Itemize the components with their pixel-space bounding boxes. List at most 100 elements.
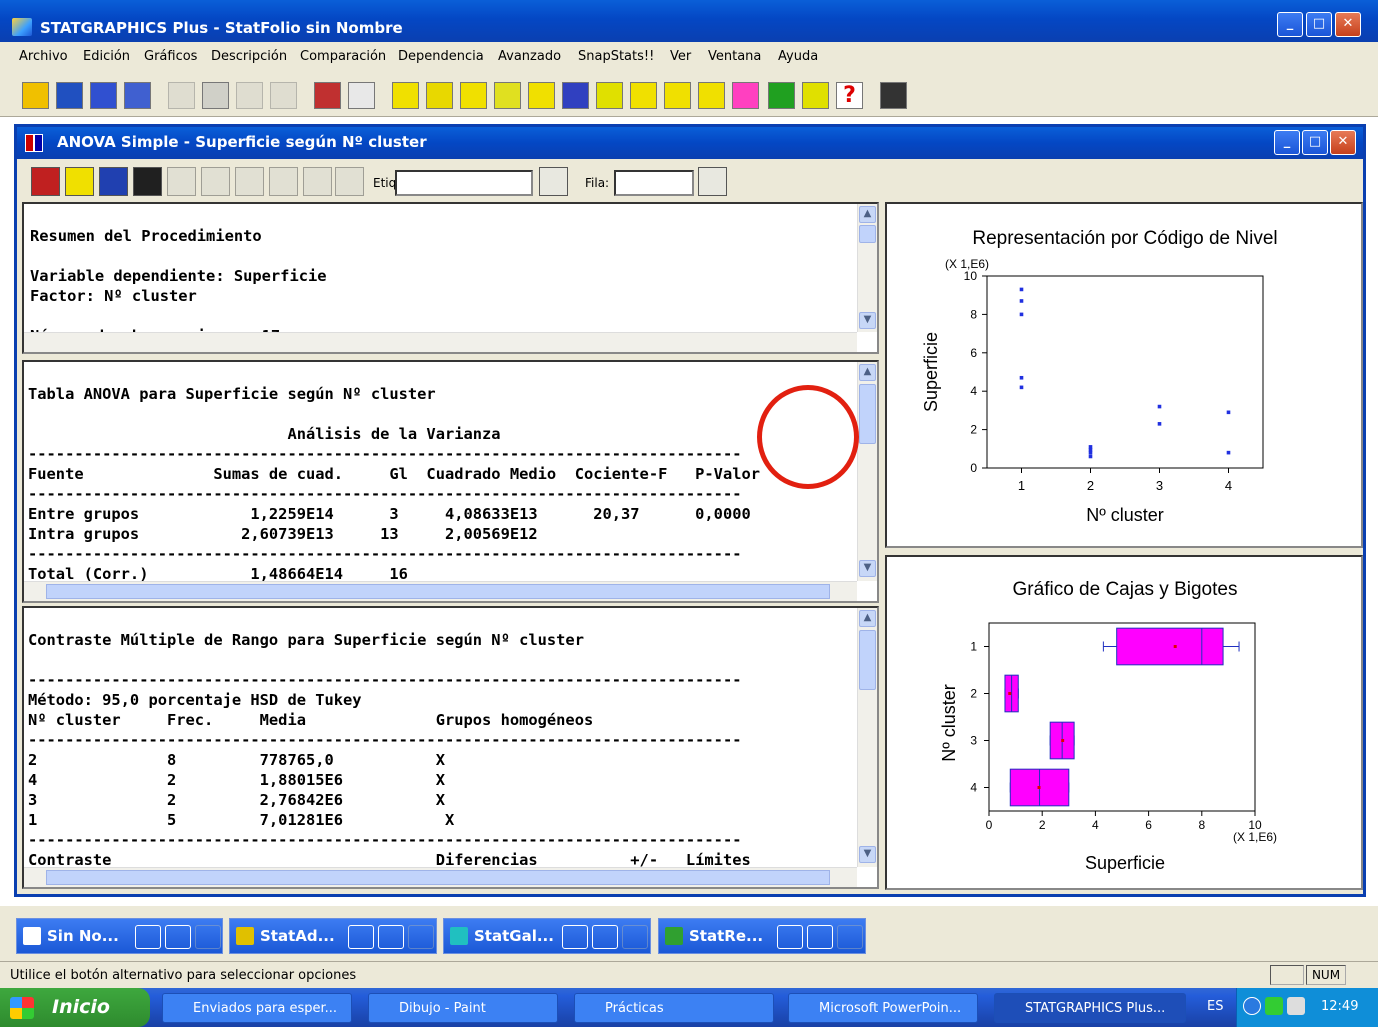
boxplot-chart-pane[interactable]: Gráfico de Cajas y Bigotes 0 2 4 6 8 10 (X 1,E6… (885, 555, 1363, 890)
close-icon[interactable] (195, 925, 221, 949)
start-button[interactable]: Inicio (0, 988, 150, 1027)
restore-icon[interactable] (562, 925, 588, 949)
maximize-icon[interactable] (378, 925, 404, 949)
scale-icon[interactable] (235, 167, 264, 196)
tukey-vscroll[interactable]: ▲ ▼ (857, 608, 877, 867)
close-icon[interactable] (408, 925, 434, 949)
menu-archivo[interactable]: Archivo (19, 49, 68, 64)
anova-hscroll[interactable] (24, 581, 857, 601)
anova-vscroll[interactable]: ▲ ▼ (857, 362, 877, 581)
find-row-icon[interactable] (698, 167, 727, 196)
line-tool-icon[interactable] (335, 167, 364, 196)
timeseries-icon[interactable] (562, 82, 589, 109)
tabular-options-icon[interactable] (65, 167, 94, 196)
restore-icon[interactable] (777, 925, 803, 949)
save-results-icon[interactable] (133, 167, 162, 196)
distribution-icon[interactable] (596, 82, 623, 109)
restore-icon[interactable] (348, 925, 374, 949)
taskbar-button-powerpoint[interactable]: Microsoft PowerPoin... (788, 993, 978, 1023)
minimized-window-statgallery[interactable]: StatGal... (443, 918, 651, 954)
menu-ver[interactable]: Ver (670, 49, 691, 64)
maximize-icon[interactable] (807, 925, 833, 949)
matrix-plot-icon[interactable] (528, 82, 555, 109)
print-icon[interactable] (314, 82, 341, 109)
minimized-window-sin-nombre[interactable]: Sin No... (16, 918, 223, 954)
taskbar-button-statgraphics[interactable]: STATGRAPHICS Plus... (994, 993, 1186, 1023)
anova-pane[interactable]: Tabla ANOVA para Superficie según Nº clu… (22, 360, 879, 603)
scroll-thumb[interactable] (859, 630, 876, 690)
abc-icon[interactable] (167, 167, 196, 196)
summary-hscroll[interactable] (24, 332, 857, 352)
close-icon[interactable] (837, 925, 863, 949)
menu-snapstats[interactable]: SnapStats!! (578, 49, 654, 64)
minimized-window-statreporter[interactable]: StatRe... (658, 918, 866, 954)
taskbar-button-practicas[interactable]: Prácticas (574, 993, 774, 1023)
scroll-thumb[interactable] (859, 225, 876, 243)
maximize-button[interactable]: □ (1306, 12, 1332, 37)
scroll-up-icon[interactable]: ▲ (859, 364, 876, 381)
chart-icon[interactable] (698, 82, 725, 109)
hscroll-thumb[interactable] (46, 584, 830, 599)
fila-input[interactable] (614, 170, 694, 196)
tukey-pane[interactable]: Contraste Múltiple de Rango para Superfi… (22, 606, 879, 889)
identify-icon[interactable] (303, 167, 332, 196)
child-minimize-button[interactable]: _ (1274, 130, 1300, 155)
scatter-plot-icon[interactable] (392, 82, 419, 109)
close-button[interactable]: ✕ (1335, 12, 1361, 37)
close-icon[interactable] (622, 925, 648, 949)
statadvisor-icon[interactable] (768, 82, 795, 109)
bar-chart-icon[interactable] (460, 82, 487, 109)
undo-icon[interactable] (270, 82, 297, 109)
back-arrow-icon[interactable] (1243, 997, 1261, 1015)
menu-descripcion[interactable]: Descripción (211, 49, 287, 64)
boxplot-icon[interactable] (426, 82, 453, 109)
scroll-down-icon[interactable]: ▼ (859, 560, 876, 577)
scatter-chart-pane[interactable]: Representación por Código de Nivel (X 1,E… (885, 202, 1363, 548)
scroll-up-icon[interactable]: ▲ (859, 206, 876, 223)
brush-icon[interactable] (269, 167, 298, 196)
graphical-options-icon[interactable] (99, 167, 128, 196)
child-close-button[interactable]: ✕ (1330, 130, 1356, 155)
statwizard-icon[interactable] (802, 82, 829, 109)
glm-icon[interactable] (732, 82, 759, 109)
language-indicator[interactable]: ES (1207, 999, 1223, 1014)
summary-pane[interactable]: Resumen del Procedimiento Variable depen… (22, 202, 879, 354)
tukey-hscroll[interactable] (24, 867, 857, 887)
taskbar-button-paint[interactable]: Dibujo - Paint (368, 993, 558, 1023)
restore-icon[interactable] (135, 925, 161, 949)
menu-graficos[interactable]: Gráficos (144, 49, 197, 64)
menu-dependencia[interactable]: Dependencia (398, 49, 484, 64)
cut-icon[interactable] (168, 82, 195, 109)
hscroll-thumb[interactable] (46, 870, 830, 885)
scroll-down-icon[interactable]: ▼ (859, 846, 876, 863)
scroll-down-icon[interactable]: ▼ (859, 312, 876, 329)
scroll-up-icon[interactable]: ▲ (859, 610, 876, 627)
data-icon[interactable] (124, 82, 151, 109)
move-icon[interactable] (201, 167, 230, 196)
taskbar-button-outbox[interactable]: Enviados para esper... (162, 993, 352, 1023)
network-icon[interactable] (1265, 997, 1283, 1015)
save-icon[interactable] (56, 82, 83, 109)
datasheet-icon[interactable] (90, 82, 117, 109)
summary-vscroll[interactable]: ▲ ▼ (857, 204, 877, 332)
menu-avanzado[interactable]: Avanzado (498, 49, 561, 64)
open-folder-icon[interactable] (22, 82, 49, 109)
maximize-icon[interactable] (165, 925, 191, 949)
minimized-window-statadvisor[interactable]: StatAd... (229, 918, 437, 954)
child-maximize-button[interactable]: □ (1302, 130, 1328, 155)
menu-edicion[interactable]: Edición (83, 49, 130, 64)
globe-icon[interactable] (664, 82, 691, 109)
print-preview-icon[interactable] (348, 82, 375, 109)
minimize-button[interactable]: _ (1277, 12, 1303, 37)
menu-ayuda[interactable]: Ayuda (778, 49, 818, 64)
maximize-icon[interactable] (592, 925, 618, 949)
messenger-icon[interactable] (1287, 997, 1305, 1015)
line-chart-icon[interactable] (630, 82, 657, 109)
input-dialog-icon[interactable] (31, 167, 60, 196)
etiq-input[interactable] (395, 170, 533, 196)
help-icon[interactable]: ? (836, 82, 863, 109)
xy-plot-icon[interactable] (494, 82, 521, 109)
scroll-thumb[interactable] (859, 384, 876, 444)
menu-ventana[interactable]: Ventana (708, 49, 761, 64)
paste-icon[interactable] (236, 82, 263, 109)
